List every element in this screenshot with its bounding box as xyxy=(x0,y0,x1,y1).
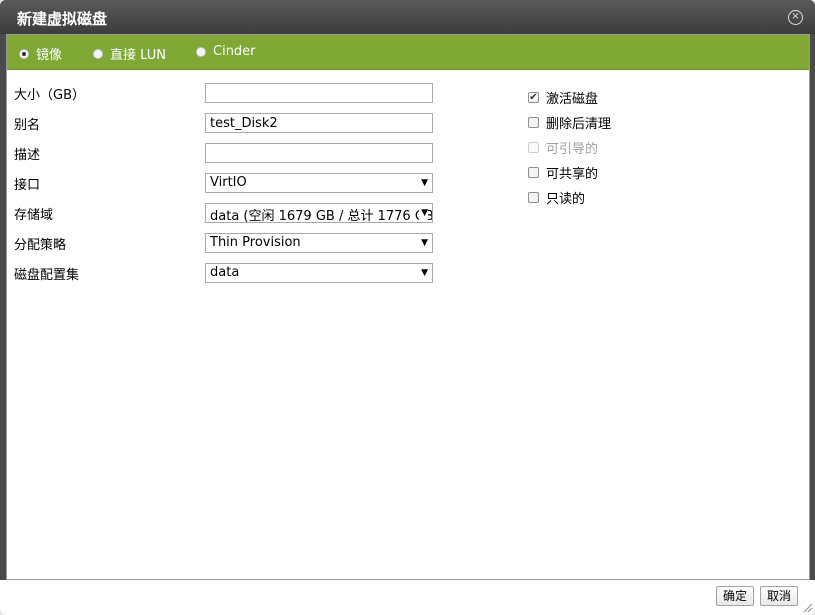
cancel-button[interactable]: 取消 xyxy=(760,586,799,606)
disk-profile-label: 磁盘配置集 xyxy=(14,268,80,283)
shareable-checkbox[interactable]: 可共享的 xyxy=(528,163,598,182)
dialog-body: 镜像 直接 LUN Cinder 大小（GB） 别名 描述 接口 存储域 分配策… xyxy=(6,34,810,580)
disk-type-bar: 镜像 直接 LUN Cinder xyxy=(7,35,809,70)
interface-label: 接口 xyxy=(14,178,41,193)
disk-profile-select-value: data xyxy=(210,265,240,280)
radio-cinder-icon[interactable] xyxy=(196,46,206,57)
new-virtual-disk-dialog: 新建虚拟磁盘 × 镜像 直接 LUN Cinder 大小（GB） 别名 描述 接… xyxy=(0,0,815,615)
wipe-after-delete-checkbox[interactable]: 删除后清理 xyxy=(528,113,611,132)
shareable-label: 可共享的 xyxy=(546,167,599,182)
read-only-checkbox[interactable]: 只读的 xyxy=(528,188,585,207)
radio-image[interactable]: 镜像 xyxy=(19,44,62,63)
resize-grip-icon[interactable] xyxy=(801,601,813,613)
bootable-label: 可引导的 xyxy=(546,142,599,157)
radio-direct-lun[interactable]: 直接 LUN xyxy=(93,44,166,63)
interface-select[interactable]: VirtIO ▼ xyxy=(205,173,433,193)
dialog-title: 新建虚拟磁盘 xyxy=(17,10,108,28)
dialog-titlebar[interactable]: 新建虚拟磁盘 × xyxy=(0,0,815,34)
size-input[interactable] xyxy=(205,83,433,103)
dropdown-arrow-icon: ▼ xyxy=(421,238,428,248)
alias-input[interactable] xyxy=(205,113,433,133)
dropdown-arrow-icon: ▼ xyxy=(421,178,428,188)
close-icon[interactable]: × xyxy=(788,10,803,25)
interface-select-value: VirtIO xyxy=(210,175,247,190)
radio-direct-lun-label: 直接 LUN xyxy=(110,48,166,63)
dialog-footer: 确定 取消 xyxy=(0,580,815,615)
allocation-policy-label: 分配策略 xyxy=(14,238,67,253)
dropdown-arrow-icon: ▼ xyxy=(419,204,428,222)
radio-image-label: 镜像 xyxy=(36,48,63,63)
dropdown-arrow-icon: ▼ xyxy=(421,268,428,278)
checkbox-icon xyxy=(528,142,539,153)
checkbox-icon[interactable] xyxy=(528,167,539,178)
wipe-after-delete-label: 删除后清理 xyxy=(546,117,612,132)
radio-cinder-label: Cinder xyxy=(213,44,256,59)
description-input[interactable] xyxy=(205,143,433,163)
disk-profile-select[interactable]: data ▼ xyxy=(205,263,433,283)
checkmark-icon[interactable]: ✔ xyxy=(528,92,539,103)
size-label: 大小（GB） xyxy=(14,88,85,103)
storage-domain-select-value: data (空闲 1679 GB / 总计 1776 GB) xyxy=(210,209,433,223)
read-only-label: 只读的 xyxy=(546,192,586,207)
allocation-policy-select[interactable]: Thin Provision ▼ xyxy=(205,233,433,253)
description-label: 描述 xyxy=(14,148,41,163)
activate-disk-checkbox[interactable]: ✔ 激活磁盘 xyxy=(528,88,598,107)
checkbox-icon[interactable] xyxy=(528,192,539,203)
storage-domain-label: 存储域 xyxy=(14,208,54,223)
storage-domain-select[interactable]: data (空闲 1679 GB / 总计 1776 GB) ▼ xyxy=(205,203,433,223)
radio-cinder[interactable]: Cinder xyxy=(196,44,256,59)
bootable-checkbox: 可引导的 xyxy=(528,138,598,157)
radio-image-icon[interactable] xyxy=(19,48,29,59)
checkbox-icon[interactable] xyxy=(528,117,539,128)
alias-label: 别名 xyxy=(14,118,41,133)
activate-disk-label: 激活磁盘 xyxy=(546,92,599,107)
allocation-policy-select-value: Thin Provision xyxy=(210,235,301,250)
radio-direct-lun-icon[interactable] xyxy=(93,48,103,59)
ok-button[interactable]: 确定 xyxy=(716,586,755,606)
